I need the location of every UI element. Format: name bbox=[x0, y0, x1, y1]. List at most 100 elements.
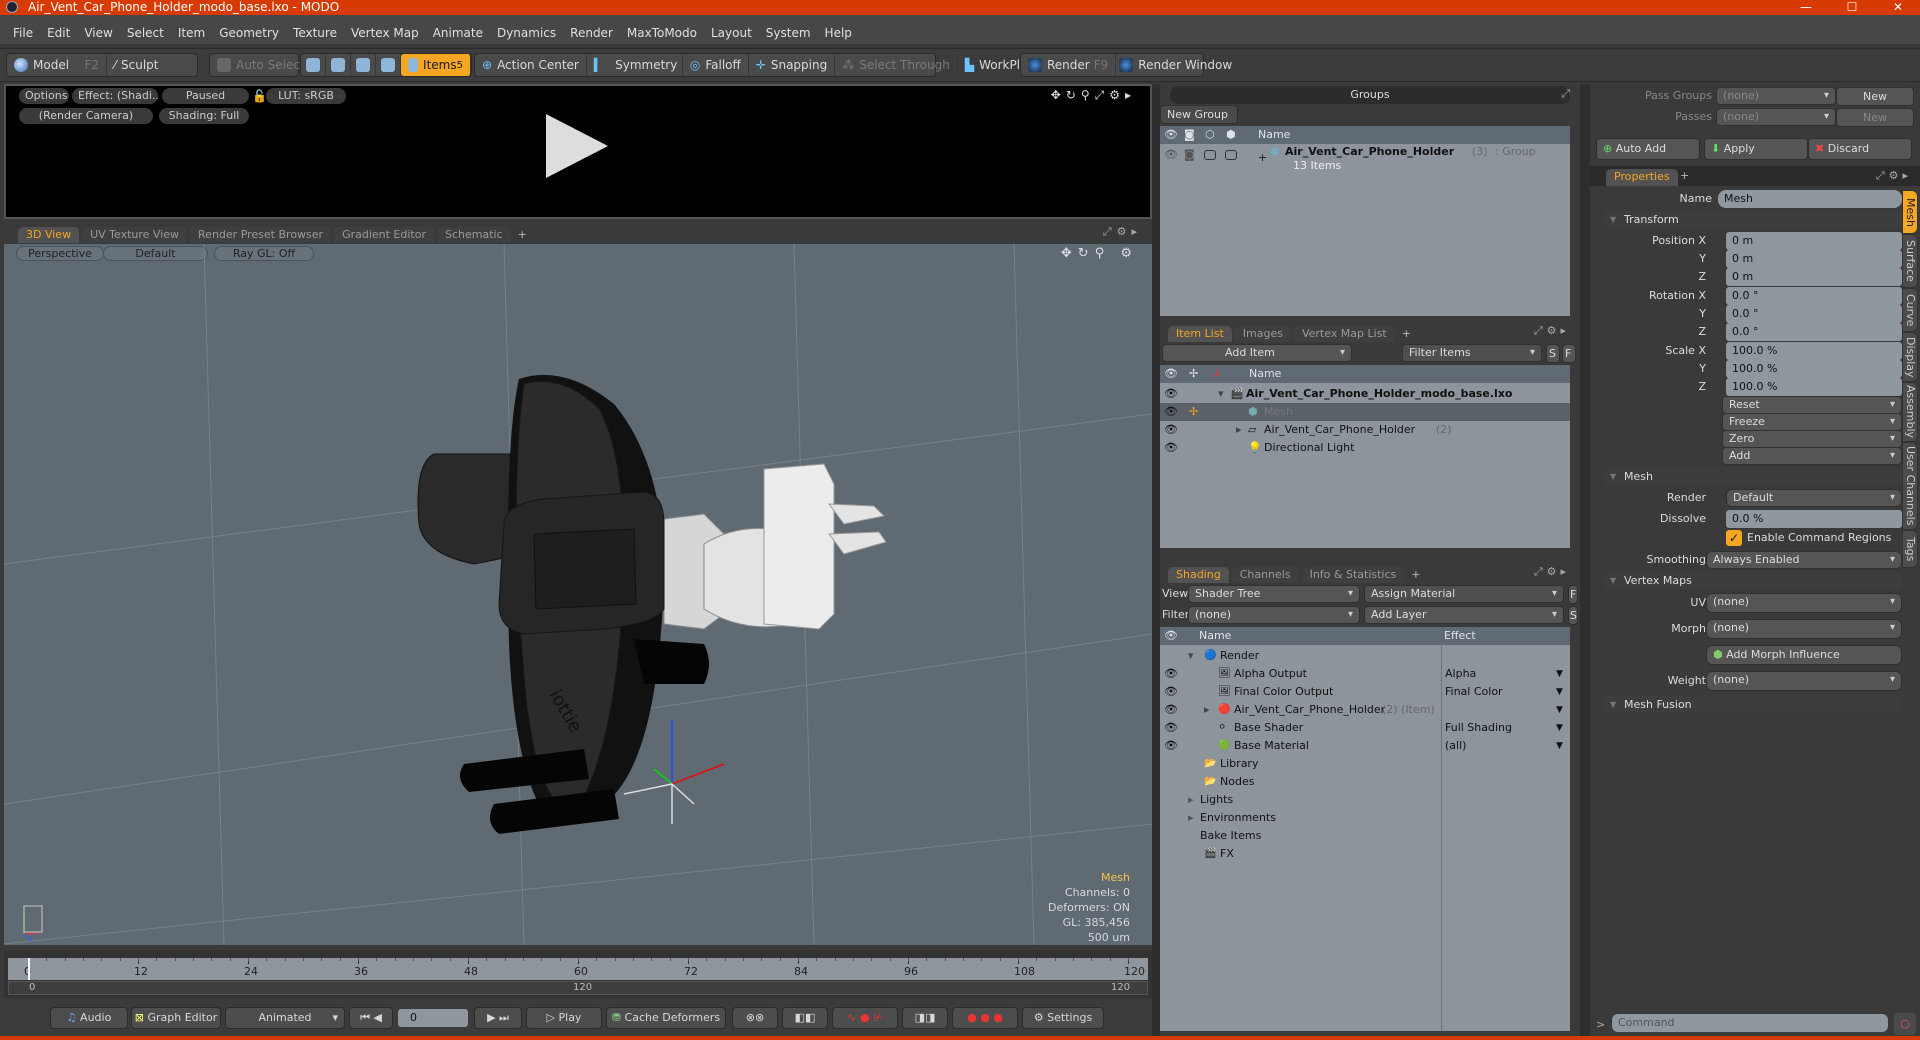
snapping-button[interactable]: ✛ Snapping bbox=[749, 54, 836, 76]
scale-y-input[interactable]: 100.0 % bbox=[1726, 360, 1902, 378]
menu-help[interactable]: Help bbox=[825, 26, 852, 40]
goto-start-button[interactable]: ⏮ ◀ bbox=[349, 1007, 393, 1029]
effect-dropdown-icon[interactable]: ▼ bbox=[1556, 665, 1563, 683]
rotation-x-input[interactable]: 0.0 ° bbox=[1726, 287, 1902, 305]
dissolve-input[interactable]: 0.0 % bbox=[1726, 510, 1902, 528]
shading-tab-channels[interactable]: Channels bbox=[1231, 567, 1299, 583]
properties-tab[interactable]: Properties bbox=[1606, 169, 1678, 186]
item-list-row[interactable]: 👁 ✢ ⬢ Mesh bbox=[1160, 403, 1570, 421]
options-button[interactable]: Options bbox=[19, 88, 69, 104]
edges-mode-button[interactable] bbox=[326, 54, 351, 76]
eye-icon[interactable]: 👁 bbox=[1164, 701, 1178, 719]
enable-command-regions-checkbox[interactable]: ✓ bbox=[1726, 530, 1742, 546]
current-frame-input[interactable]: 0 bbox=[398, 1009, 468, 1027]
side-tab-user-channels[interactable]: User Channels bbox=[1902, 442, 1918, 530]
eye-icon[interactable]: 👁 bbox=[1164, 439, 1178, 457]
eye-icon[interactable]: 👁 bbox=[1164, 665, 1178, 683]
add-item-dropdown[interactable]: Add Item bbox=[1162, 344, 1352, 362]
vertices-mode-button[interactable] bbox=[301, 54, 326, 76]
record-buttons[interactable]: ∿ ● ⊬ bbox=[832, 1007, 898, 1029]
model-mode-button[interactable]: Model F2 bbox=[7, 54, 107, 76]
zero-dropdown[interactable]: Zero bbox=[1722, 430, 1902, 448]
eye-icon[interactable]: 👁 bbox=[1164, 737, 1178, 755]
render-camera-dropdown[interactable]: (Render Camera) bbox=[19, 108, 153, 124]
filter-items-input[interactable]: Filter Items bbox=[1402, 344, 1542, 362]
shading-s-button[interactable]: S bbox=[1568, 606, 1578, 625]
timeline-ruler[interactable]: 01224364860728496108120 bbox=[8, 958, 1148, 980]
viewport-tab-render-preset-browser[interactable]: Render Preset Browser bbox=[190, 227, 332, 243]
preview-nav-icons[interactable]: ✥↻⚲⤢⚙▸ bbox=[1051, 88, 1136, 103]
viewport-tab-3d-view[interactable]: 3D View bbox=[18, 227, 80, 243]
effect-value[interactable]: Final Color bbox=[1445, 683, 1503, 701]
menu-maxtomodo[interactable]: MaxToModo bbox=[627, 26, 697, 40]
viewport-tab-gradient-editor[interactable]: Gradient Editor bbox=[334, 227, 434, 243]
side-tab-surface[interactable]: Surface bbox=[1902, 234, 1918, 288]
select-toggle[interactable] bbox=[1225, 150, 1237, 160]
graph-editor-button[interactable]: ⊠ Graph Editor bbox=[131, 1007, 221, 1029]
collapse-icon[interactable]: ▾ bbox=[1188, 647, 1194, 665]
menu-edit[interactable]: Edit bbox=[47, 26, 70, 40]
key-tools-buttons[interactable]: ● ● ● bbox=[952, 1007, 1018, 1029]
eye-icon[interactable]: 👁 bbox=[1164, 146, 1178, 164]
menu-animate[interactable]: Animate bbox=[433, 26, 483, 40]
record-macro-button[interactable]: ○ bbox=[1894, 1013, 1916, 1035]
lock-icon[interactable]: 🔓 bbox=[252, 89, 267, 103]
render-button[interactable]: Render F9 bbox=[1021, 54, 1117, 76]
eye-icon[interactable]: 👁 bbox=[1164, 683, 1178, 701]
sculpt-mode-button[interactable]: ⁄ Sculpt bbox=[107, 54, 166, 76]
camera-icon[interactable]: ◙ bbox=[1184, 146, 1195, 164]
animated-dropdown[interactable]: Animated ▾ bbox=[225, 1007, 345, 1029]
filter-f-button[interactable]: F bbox=[1562, 344, 1576, 363]
menu-layout[interactable]: Layout bbox=[711, 26, 752, 40]
expand-icon[interactable]: ▸ bbox=[1188, 809, 1194, 827]
shader-row[interactable]: 📂 Library bbox=[1160, 755, 1570, 773]
shader-row[interactable]: 👁 🟢 Base Material (all) ▼ bbox=[1160, 737, 1570, 755]
shading-panel-icons[interactable]: ⤢⚙▸ bbox=[1534, 565, 1570, 579]
viewport-add-tab-button[interactable]: + bbox=[514, 227, 531, 243]
symmetry-button[interactable]: ▍ Symmetry bbox=[587, 54, 683, 76]
apply-button[interactable]: ⬇ Apply bbox=[1704, 138, 1808, 160]
item-list-tab-images[interactable]: Images bbox=[1234, 326, 1291, 342]
effect-dropdown-icon[interactable]: ▼ bbox=[1556, 701, 1563, 719]
minimize-button[interactable]: — bbox=[1786, 0, 1826, 15]
shader-row[interactable]: 🎬 FX bbox=[1160, 845, 1570, 863]
shading-tab-shading[interactable]: Shading bbox=[1168, 567, 1229, 583]
morph-dropdown[interactable]: (none) bbox=[1706, 619, 1902, 639]
viewport-tab-schematic[interactable]: Schematic bbox=[437, 227, 511, 243]
uv-dropdown[interactable]: (none) bbox=[1706, 593, 1902, 613]
shader-row[interactable]: 👁 ▸ 🔴 Air_Vent_Car_Phone_Holder (2) (Item) ▼ bbox=[1160, 701, 1570, 719]
menu-vertex-map[interactable]: Vertex Map bbox=[351, 26, 419, 40]
freeze-dropdown[interactable]: Freeze bbox=[1722, 413, 1902, 431]
expand-icon[interactable]: ▸ bbox=[1188, 791, 1194, 809]
side-tab-tags[interactable]: Tags bbox=[1902, 530, 1918, 568]
side-tab-curve[interactable]: Curve bbox=[1902, 288, 1918, 332]
weight-dropdown[interactable]: (none) bbox=[1706, 671, 1902, 691]
item-list-panel-icons[interactable]: ⤢⚙▸ bbox=[1534, 324, 1570, 338]
eye-icon[interactable]: 👁 bbox=[1164, 719, 1178, 737]
shading-add-tab-button[interactable]: + bbox=[1407, 567, 1424, 583]
shading-dropdown[interactable]: Shading: Full bbox=[159, 108, 249, 124]
effect-value[interactable]: (all) bbox=[1445, 737, 1466, 755]
expand-plus-icon[interactable]: + bbox=[1258, 149, 1267, 167]
scale-z-input[interactable]: 100.0 % bbox=[1726, 378, 1902, 396]
position-x-input[interactable]: 0 m bbox=[1726, 232, 1902, 250]
items-mode-button[interactable]: Items 5 bbox=[401, 54, 471, 76]
item-list-row[interactable]: 👁 💡 Directional Light bbox=[1160, 439, 1570, 457]
group-row[interactable]: 👁 ◙ + ⬢ Air_Vent_Car_Phone_Holder (3) : … bbox=[1160, 145, 1570, 176]
mesh-section[interactable]: Mesh bbox=[1604, 468, 1902, 485]
position-z-input[interactable]: 0 m bbox=[1726, 268, 1902, 286]
expand-icon[interactable]: ⤢ bbox=[1561, 87, 1570, 101]
rotation-y-input[interactable]: 0.0 ° bbox=[1726, 305, 1902, 323]
maximize-button[interactable]: ☐ bbox=[1832, 0, 1872, 15]
effect-dropdown-icon[interactable]: ▼ bbox=[1556, 683, 1563, 701]
menu-render[interactable]: Render bbox=[570, 26, 613, 40]
goto-end-button[interactable]: ▶ ⏭ bbox=[474, 1007, 522, 1029]
side-tab-mesh[interactable]: Mesh bbox=[1902, 190, 1918, 234]
new-group-button[interactable]: New Group bbox=[1160, 105, 1238, 124]
side-tab-display[interactable]: Display bbox=[1902, 332, 1918, 382]
effect-dropdown[interactable]: Effect: (Shadi... bbox=[72, 88, 158, 104]
view-dropdown[interactable]: Shader Tree bbox=[1188, 585, 1360, 603]
prev-key-buttons[interactable]: ◧◧ bbox=[782, 1007, 828, 1029]
play-preview-icon[interactable] bbox=[546, 114, 608, 178]
viewport-panel-icons[interactable]: ⤢⚙▸ bbox=[1103, 225, 1142, 239]
